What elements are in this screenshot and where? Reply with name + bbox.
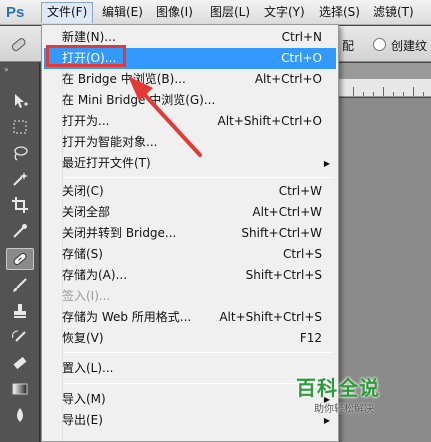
watermark-subtitle: 助你轻松解决 — [314, 404, 374, 415]
menu-item-open-as-smart-object[interactable]: 打开为智能对象... — [44, 132, 336, 153]
horizontal-ruler — [339, 79, 431, 97]
create-texture-label: 创建纹 — [391, 39, 428, 53]
history-brush-tool-icon[interactable] — [6, 326, 34, 348]
healing-brush-tool-icon[interactable] — [6, 248, 34, 270]
photoshop-logo: Ps — [6, 4, 25, 21]
brush-tool-icon[interactable] — [6, 274, 34, 296]
menu-select[interactable]: 选择(S) — [314, 2, 365, 23]
annotation-highlight-box — [46, 45, 126, 67]
tools-panel: » — [0, 63, 40, 442]
menu-type[interactable]: 文字(Y) — [259, 2, 310, 23]
blur-tool-icon[interactable] — [6, 404, 34, 426]
menu-separator — [64, 352, 334, 353]
gradient-tool-icon[interactable] — [6, 378, 34, 400]
menu-image[interactable]: 图像(I) — [151, 2, 198, 23]
menu-item-check-in: 签入(I)... — [62, 289, 111, 303]
menu-file[interactable]: 文件(F) — [41, 2, 94, 23]
menu-filter[interactable]: 滤镜(T) — [368, 2, 419, 23]
menu-item-save-for-web[interactable]: 存储为 Web 所用格式... Alt+Shift+Ctrl+S — [44, 307, 336, 328]
panel-grip-icon[interactable]: » — [4, 66, 36, 74]
healing-brush-preset-icon[interactable] — [8, 35, 30, 55]
menu-item-close[interactable]: 关闭(C) Ctrl+W — [44, 181, 336, 202]
move-tool-icon[interactable] — [6, 90, 34, 112]
marquee-tool-icon[interactable] — [6, 116, 34, 138]
clone-stamp-tool-icon[interactable] — [6, 300, 34, 322]
menu-item-save-as[interactable]: 存储为(A)... Shift+Ctrl+S — [44, 265, 336, 286]
menu-item-save[interactable]: 存储(S) Ctrl+S — [44, 244, 336, 265]
menu-item-open-as[interactable]: 打开为... Alt+Shift+Ctrl+O — [44, 111, 336, 132]
watermark: 百科全说 助你轻松解决 — [292, 366, 400, 422]
menu-separator — [64, 177, 334, 178]
menu-layer[interactable]: 图层(L) — [205, 2, 255, 23]
menu-item-close-all[interactable]: 关闭全部 Alt+Ctrl+W — [44, 202, 336, 223]
menu-bar: Ps 文件(F) 编辑(E) 图像(I) 图层(L) 文字(Y) 选择(S) 滤… — [0, 0, 431, 25]
eraser-tool-icon[interactable] — [6, 352, 34, 374]
menu-item-revert[interactable]: 恢复(V) F12 — [44, 328, 336, 349]
create-texture-radio[interactable] — [373, 38, 386, 51]
submenu-arrow-icon: ▶ — [323, 159, 330, 168]
crop-tool-icon[interactable] — [6, 194, 34, 216]
eyedropper-tool-icon[interactable] — [6, 220, 34, 242]
lasso-tool-icon[interactable] — [6, 142, 34, 164]
menu-item-browse-in-mini-bridge[interactable]: 在 Mini Bridge 中浏览(G)... — [44, 90, 336, 111]
menu-item-browse-in-bridge[interactable]: 在 Bridge 中浏览(B)... Alt+Ctrl+O — [44, 69, 336, 90]
options-partial-label: 配 — [342, 39, 355, 53]
document-tab[interactable] — [339, 63, 431, 79]
menu-edit[interactable]: 编辑(E) — [97, 2, 148, 23]
menu-item-close-and-go-to-bridge[interactable]: 关闭并转到 Bridge... Shift+Ctrl+W — [44, 223, 336, 244]
menu-item-open-recent[interactable]: 最近打开文件(T) ▶ — [44, 153, 336, 174]
watermark-title: 百科全说 — [296, 376, 380, 400]
magic-wand-tool-icon[interactable] — [6, 168, 34, 190]
